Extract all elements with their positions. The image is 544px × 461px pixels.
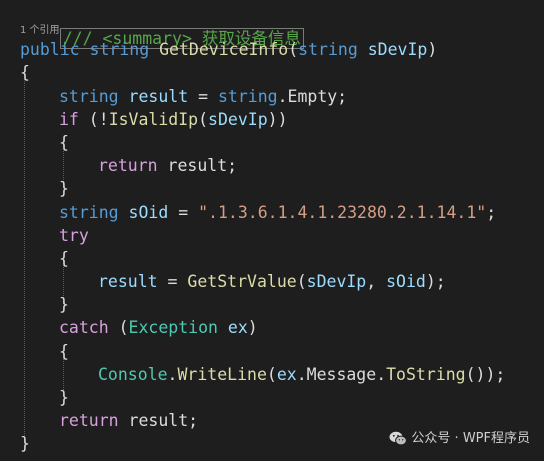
dot: . (167, 365, 178, 384)
oid-declaration-line[interactable]: string sOid = ".1.3.6.1.4.1.23280.2.1.14… (59, 201, 496, 225)
summary-comment-line[interactable]: /// <summary> 获取设备信息 (20, 3, 304, 49)
if-close: )) (267, 110, 288, 129)
wechat-icon (389, 431, 411, 446)
brace: } (20, 434, 30, 453)
empty-member: .Empty; (277, 87, 348, 106)
brace: { (59, 342, 69, 361)
call-close: ()); (465, 365, 506, 384)
try-brace-close[interactable]: } (59, 293, 69, 317)
rhs-type: string (217, 87, 278, 106)
method-brace-open[interactable]: { (20, 61, 30, 85)
codelens-references[interactable]: 1 个引用 (20, 24, 60, 38)
getstrvalue-method: GetStrValue (187, 272, 297, 291)
isvalidip-method: IsValidIp (108, 110, 199, 129)
param-type: string (298, 40, 358, 59)
catch-brace-open[interactable]: { (59, 340, 69, 364)
brace: { (20, 63, 30, 82)
soid-var: sOid (128, 203, 169, 222)
call-open: ( (198, 110, 209, 129)
tostring-method: ToString (386, 365, 466, 384)
if-open: (! (78, 110, 109, 129)
watermark: 公众号 · WPF程序员 (389, 429, 530, 449)
return-keyword: return (98, 156, 158, 175)
sdevip-arg: sDevIp (208, 110, 268, 129)
param-name: sDevIp (367, 40, 428, 59)
catch-line[interactable]: catch (Exception ex) (59, 316, 258, 340)
ex-var: ex (276, 365, 297, 384)
if-brace-open[interactable]: { (59, 131, 69, 155)
brace: { (59, 133, 69, 152)
soid-arg: sOid (386, 272, 426, 291)
exception-type: Exception (128, 318, 218, 337)
try-line[interactable]: try (59, 224, 89, 248)
brace: { (59, 249, 69, 268)
writeline-method: WriteLine (177, 365, 267, 384)
ex-var: ex (217, 318, 248, 337)
try-brace-open[interactable]: { (59, 247, 69, 271)
oid-type: string (59, 203, 119, 222)
if-statement-line[interactable]: if (!IsValidIp(sDevIp)) (59, 108, 288, 132)
assign-op: = (188, 87, 218, 106)
result-var: result (128, 87, 189, 106)
return-result-line-1[interactable]: return result; (98, 154, 237, 178)
catch-close: ) (247, 318, 258, 337)
semicolon: ; (486, 203, 497, 222)
close-paren: ) (427, 40, 438, 59)
dot: . (296, 365, 307, 384)
assign-op: = (157, 272, 188, 291)
method-name: GetDeviceInfo (159, 40, 289, 59)
call-close: ); (425, 272, 446, 291)
try-keyword: try (59, 226, 89, 245)
result-declaration-line[interactable]: string result = string.Empty; (59, 85, 347, 109)
return-keyword: return (59, 411, 119, 430)
method-signature-line[interactable]: public string GetDeviceInfo(string sDevI… (20, 38, 437, 62)
open-paren: ( (288, 40, 299, 59)
brace: } (59, 295, 69, 314)
call-open: ( (266, 365, 277, 384)
if-keyword: if (59, 110, 79, 129)
catch-open: ( (108, 318, 129, 337)
result-var: result (98, 272, 158, 291)
oid-string-literal: ".1.3.6.1.4.1.23280.2.1.14.1" (198, 203, 487, 222)
console-writeline-line[interactable]: Console.WriteLine(ex.Message.ToString())… (98, 363, 505, 387)
return-value: result; (157, 156, 238, 175)
call-open: ( (296, 272, 307, 291)
modifier-keyword: public (20, 40, 80, 59)
watermark-text: 公众号 · WPF程序员 (411, 431, 530, 446)
brace: } (59, 388, 69, 407)
catch-keyword: catch (59, 318, 109, 337)
console-class: Console (98, 365, 168, 384)
catch-brace-close[interactable]: } (59, 386, 69, 410)
indent-guide (24, 74, 25, 444)
brace: } (59, 179, 69, 198)
decl-type: string (59, 87, 119, 106)
return-type: string (89, 40, 150, 59)
method-brace-close[interactable]: } (20, 432, 30, 456)
if-brace-close[interactable]: } (59, 177, 69, 201)
assign-op: = (168, 203, 199, 222)
getstrvalue-line[interactable]: result = GetStrValue(sDevIp, sOid); (98, 270, 446, 294)
arg-separator: , (366, 272, 387, 291)
code-editor[interactable]: /// <summary> 获取设备信息 1 个引用 public string… (0, 0, 544, 461)
dot: . (376, 365, 387, 384)
message-property: Message (306, 365, 377, 384)
return-result-line-2[interactable]: return result; (59, 409, 198, 433)
sdevip-arg: sDevIp (306, 272, 367, 291)
return-value: result; (118, 411, 199, 430)
